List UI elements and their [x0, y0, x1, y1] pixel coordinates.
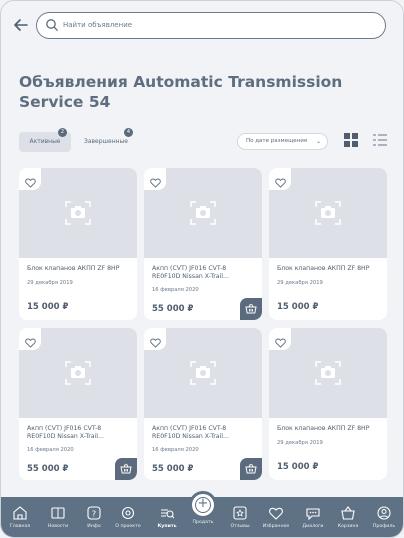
nav-item-news[interactable]: Новости — [41, 497, 75, 537]
top-bar — [1, 1, 403, 51]
listing-price: 55 000 ₽ — [152, 304, 194, 314]
buy-icon — [161, 509, 175, 519]
listing-card[interactable]: Блок клапанов АКПП ZF 8HP 29 декабря 2019… — [269, 168, 387, 320]
reviews-icon — [233, 506, 247, 520]
heart-icon — [24, 338, 36, 348]
listing-date: 29 декабря 2019 — [277, 280, 323, 286]
camera-icon — [315, 201, 341, 225]
basket-icon — [120, 463, 132, 474]
listing-date: 29 декабря 2019 — [27, 280, 73, 286]
heart-icon — [24, 178, 36, 188]
camera-icon — [65, 361, 91, 385]
add-to-cart-button[interactable] — [240, 458, 262, 480]
listing-title[interactable]: Блок клапанов АКПП ZF 8HP — [27, 265, 131, 273]
listing-card[interactable]: Акпп (CVT) JF016 CVT-8 RE0F10D Nissan X-… — [19, 328, 137, 480]
about-icon — [121, 506, 135, 520]
heart-icon — [269, 507, 283, 520]
add-to-cart-button[interactable] — [115, 458, 137, 480]
list-view-icon[interactable] — [373, 133, 387, 147]
nav-item-label: Избранное — [262, 524, 290, 529]
listing-card[interactable]: Акпп (CVT) JF016 CVT-8 RE0F10D Nissan X-… — [144, 328, 262, 480]
basket-icon — [245, 463, 257, 474]
back-arrow-icon[interactable] — [11, 15, 31, 35]
sort-selected-label: По дате размещения — [246, 138, 308, 144]
search-bar[interactable] — [36, 12, 386, 39]
cart-icon — [341, 506, 355, 520]
listing-card[interactable]: Блок клапанов АКПП ZF 8HP 29 декабря 2019… — [19, 168, 137, 320]
nav-item-info[interactable]: ? Инфо — [77, 497, 111, 537]
tab-active-label: Активные — [29, 138, 61, 145]
nav-item-about[interactable]: О проекте — [111, 497, 145, 537]
news-icon — [51, 507, 65, 519]
favorite-button[interactable] — [19, 168, 41, 190]
page-title: Объявления Automatic Transmission Servic… — [19, 73, 343, 111]
nav-item-heart[interactable]: Избранное — [259, 497, 293, 537]
nav-item-buy[interactable]: Купить — [150, 497, 184, 537]
chat-icon — [306, 508, 320, 521]
tab-completed-label: Завершенные — [83, 138, 128, 145]
listing-title[interactable]: Акпп (CVT) JF016 CVT-8 RE0F10D Nissan X-… — [27, 425, 131, 441]
listing-card[interactable]: Блок клапанов АКПП ZF 8HP 29 декабря 2019… — [269, 328, 387, 480]
listing-price: 55 000 ₽ — [152, 464, 194, 474]
nav-item-label: О проекте — [115, 524, 141, 529]
camera-icon — [190, 201, 216, 225]
camera-icon — [190, 361, 216, 385]
nav-item-home[interactable]: Главная — [3, 497, 37, 537]
listing-title[interactable]: Акпп (CVT) JF016 CVT-8 RE0F10D Nissan X-… — [152, 265, 256, 281]
search-icon — [46, 19, 58, 31]
app-frame: Объявления Automatic Transmission Servic… — [0, 0, 404, 538]
nav-item-label: Купить — [157, 524, 177, 529]
camera-icon — [315, 361, 341, 385]
nav-item-chat[interactable]: Диалоги — [296, 497, 330, 537]
svg-text:?: ? — [92, 510, 96, 519]
sell-label: Продать — [192, 520, 214, 525]
nav-item-cart[interactable]: Корзина — [331, 497, 365, 537]
nav-item-profile[interactable]: Профиль — [367, 497, 401, 537]
listing-date: 16 февраля 2020 — [152, 447, 199, 453]
add-to-cart-button[interactable] — [240, 298, 262, 320]
info-icon: ? — [87, 506, 101, 520]
listing-title[interactable]: Блок клапанов АКПП ZF 8HP — [277, 265, 381, 273]
sort-dropdown[interactable]: По дате размещения ⌄ — [237, 133, 328, 150]
tab-active-count-badge: 2 — [58, 128, 67, 137]
listing-price: 15 000 ₽ — [27, 302, 69, 312]
tab-completed-count-badge: 4 — [124, 128, 133, 137]
nav-item-label: Главная — [9, 524, 31, 529]
nav-item-reviews[interactable]: Отзывы — [223, 497, 257, 537]
profile-icon — [377, 506, 391, 520]
nav-item-label: Профиль — [372, 524, 396, 529]
listing-price: 15 000 ₽ — [277, 302, 319, 312]
basket-icon — [245, 303, 257, 314]
tab-active[interactable]: Активные 2 — [19, 128, 71, 152]
favorite-button[interactable] — [144, 168, 166, 190]
home-icon — [13, 506, 27, 520]
plus-icon: + — [195, 497, 211, 513]
listing-date: 16 февраля 2020 — [27, 447, 74, 453]
heart-icon — [149, 338, 161, 348]
heart-icon — [274, 178, 286, 188]
favorite-button[interactable] — [269, 328, 291, 350]
heart-icon — [149, 178, 161, 188]
listing-title[interactable]: Акпп (CVT) JF016 CVT-8 RE0F10D Nissan X-… — [152, 425, 256, 441]
search-input[interactable] — [63, 16, 363, 34]
favorite-button[interactable] — [269, 168, 291, 190]
listing-date: 16 февраля 2020 — [152, 287, 199, 293]
tab-completed[interactable]: Завершенные 4 — [76, 128, 136, 152]
sell-button[interactable]: + — [189, 491, 217, 519]
favorite-button[interactable] — [144, 328, 166, 350]
listing-card[interactable]: Акпп (CVT) JF016 CVT-8 RE0F10D Nissan X-… — [144, 168, 262, 320]
listing-title[interactable]: Блок клапанов АКПП ZF 8HP — [277, 425, 381, 433]
chevron-down-icon: ⌄ — [315, 138, 321, 145]
favorite-button[interactable] — [19, 328, 41, 350]
camera-icon — [65, 201, 91, 225]
listing-price: 15 000 ₽ — [277, 462, 319, 472]
heart-icon — [274, 338, 286, 348]
listing-price: 55 000 ₽ — [27, 464, 69, 474]
listing-date: 29 декабря 2019 — [277, 440, 323, 446]
grid-view-icon[interactable] — [344, 133, 358, 147]
